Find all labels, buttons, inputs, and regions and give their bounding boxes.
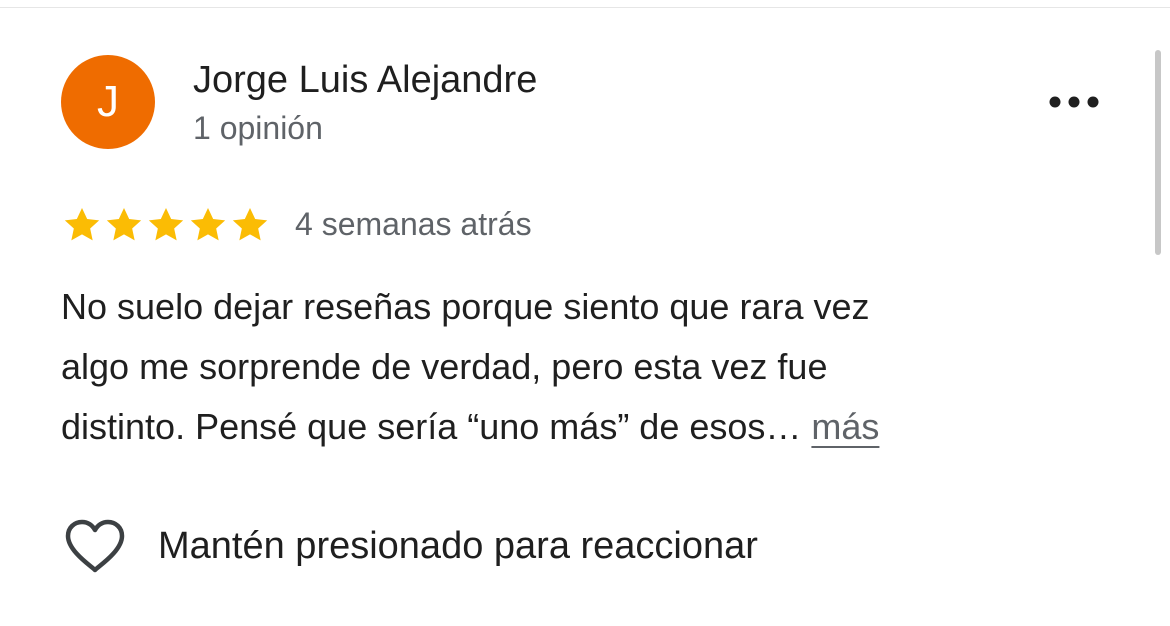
- avatar-initial: J: [97, 77, 119, 126]
- star-rating: [62, 205, 272, 245]
- reviewer-name[interactable]: Jorge Luis Alejandre: [193, 56, 537, 104]
- review-text-line: No suelo dejar reseñas porque siento que…: [61, 286, 870, 327]
- review-text-line: algo me sorprende de verdad, pero esta v…: [61, 346, 828, 387]
- heart-outline-icon: [65, 519, 125, 573]
- scrollbar[interactable]: [1155, 50, 1161, 255]
- star-icon: [64, 208, 100, 241]
- review-text-line: distinto. Pensé que sería “uno más” de e…: [61, 406, 802, 447]
- star-icon: [106, 208, 142, 241]
- avatar[interactable]: J: [61, 55, 155, 149]
- star-icon: [190, 208, 226, 241]
- review-text-line-last: distinto. Pensé que sería “uno más” de e…: [61, 397, 1081, 457]
- react-label: Mantén presionado para reaccionar: [158, 525, 758, 567]
- react-button[interactable]: Mantén presionado para reaccionar: [64, 515, 758, 577]
- star-icon: [232, 208, 268, 241]
- top-divider: [0, 0, 1170, 8]
- star-icon: [148, 208, 184, 241]
- reviewer-review-count: 1 opinión: [193, 110, 323, 146]
- read-more-link[interactable]: más: [811, 406, 879, 447]
- review-date: 4 semanas atrás: [295, 206, 532, 242]
- review-text: No suelo dejar reseñas porque siento que…: [61, 277, 1081, 457]
- more-options-button[interactable]: [1040, 80, 1108, 124]
- more-horizontal-icon: [1049, 96, 1099, 108]
